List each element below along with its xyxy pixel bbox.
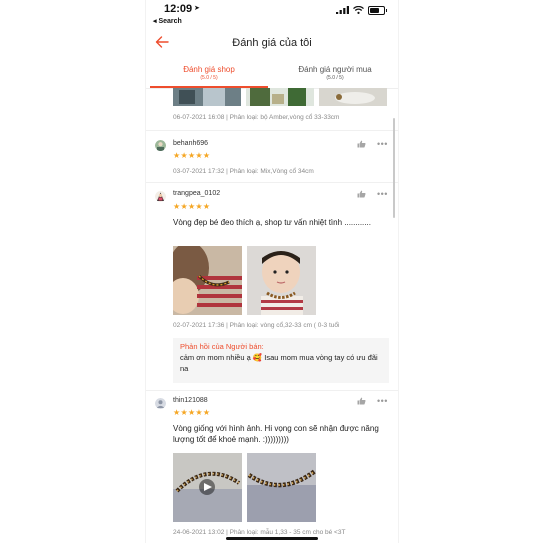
review-photo[interactable] [246,88,314,106]
review-photo[interactable] [173,88,241,106]
review-meta: 02-07-2021 17:36 | Phân loại: vòng cổ,32… [173,322,340,329]
review-username[interactable]: trangpea_0102 [173,190,220,197]
tab-shop-reviews[interactable]: Đánh giá shop (5.0 / 5) [146,65,272,81]
page-title: Đánh giá của tôi [232,37,312,49]
review-username[interactable]: behanh696 [173,140,208,147]
rating-stars: ★★★★★ [173,202,211,211]
tab-buyer-reviews[interactable]: Đánh giá người mua (5.0 / 5) [272,65,398,81]
review-meta: 03-07-2021 17:32 | Phân loại: Mix,Vòng c… [173,168,314,175]
seller-reply-title: Phản hồi của Người bán: [180,342,264,351]
tab-shop-reviews-count: (5.0 / 5) [200,75,218,81]
previous-review-meta: 06-07-2021 16:08 | Phân loại: bộ Amber,v… [173,114,340,121]
review-text: Vòng đẹp bé đeo thích ạ, shop tư vấn nhi… [173,218,371,227]
back-to-search-link[interactable]: ◂ Search [153,17,182,25]
thumbs-up-icon[interactable] [357,140,366,148]
wifi-icon [353,6,364,14]
review-text: Vòng giống với hình ảnh. Hi vọng con sẽ … [173,424,379,444]
nav-bar: Đánh giá của tôi [146,28,398,60]
review-video-thumbnail[interactable] [173,453,242,522]
more-options-icon[interactable]: ••• [377,140,388,149]
review-item: thin121088 ••• ★★★★★ Vòng giống với hình… [146,391,398,543]
location-arrow-icon: ➤ [194,5,200,12]
thumbs-up-icon[interactable] [357,190,366,198]
tab-buyer-reviews-count: (5.0 / 5) [326,75,344,81]
thumbs-up-icon[interactable] [357,397,366,405]
review-photo[interactable] [247,246,316,315]
review-tabs: Đánh giá shop (5.0 / 5) Đánh giá người m… [146,62,398,89]
avatar[interactable] [155,140,166,151]
home-indicator[interactable] [226,537,318,540]
rating-stars: ★★★★★ [173,408,211,417]
status-bar: 12:09 ➤ ◂ Search [146,0,398,28]
phone-screen: 12:09 ➤ ◂ Search Đánh giá của tôi Đánh g… [145,0,399,543]
scrollbar[interactable] [393,118,395,218]
review-item: trangpea_0102 ••• ★★★★★ Vòng đẹp bé đeo … [146,183,398,393]
review-photo[interactable] [173,246,242,315]
tab-shop-reviews-label: Đánh giá shop [183,65,235,74]
tab-buyer-reviews-label: Đánh giá người mua [298,65,372,74]
more-options-icon[interactable]: ••• [377,190,388,199]
cellular-signal-icon [336,6,349,14]
review-item: behanh696 ••• ★★★★★ 03-07-2021 17:32 | P… [146,131,398,182]
status-time: 12:09 [164,3,193,15]
battery-icon [368,6,387,15]
more-options-icon[interactable]: ••• [377,397,388,406]
review-photo[interactable] [247,453,316,522]
rating-stars: ★★★★★ [173,151,211,160]
avatar[interactable] [155,191,166,202]
review-photo[interactable] [319,88,387,106]
avatar[interactable] [155,398,166,409]
seller-reply-text: cảm ơn mom nhiều ạ 🥰 Isau mom mua vòng t… [180,353,378,373]
review-username[interactable]: thin121088 [173,397,208,404]
review-feed[interactable]: 06-07-2021 16:08 | Phân loại: bộ Amber,v… [146,88,398,543]
review-meta: 24-06-2021 13:02 | Phân loại: mẫu 1,33 -… [173,529,346,536]
seller-reply: Phản hồi của Người bán: cảm ơn mom nhiều… [173,338,389,383]
